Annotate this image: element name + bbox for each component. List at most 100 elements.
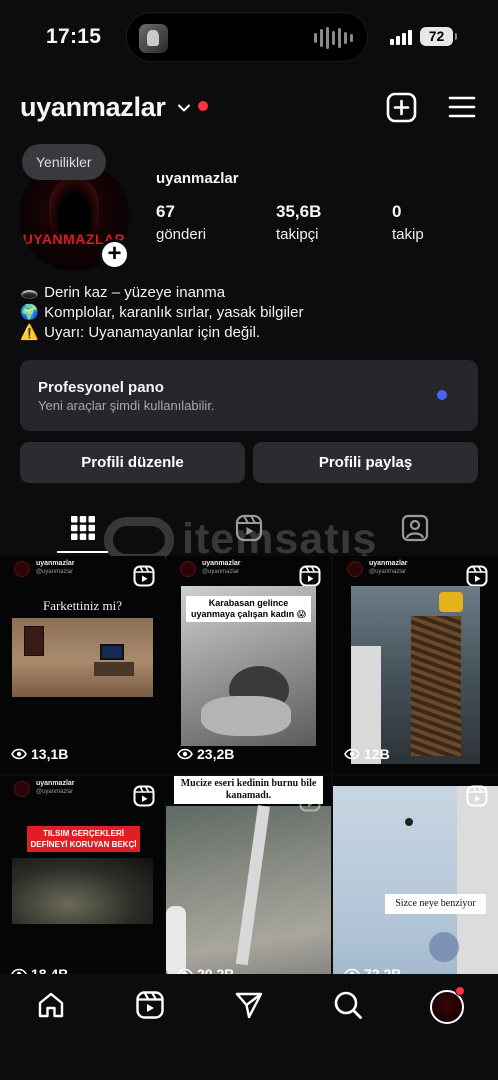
post-view-count: 23,2B <box>197 746 235 762</box>
share-profile-button[interactable]: Profili paylaş <box>253 442 478 483</box>
eye-icon <box>177 748 193 760</box>
post-account-name: uyanmazlar <box>202 560 241 567</box>
active-tab-indicator <box>57 551 108 553</box>
post-view-count: 12B <box>364 746 390 762</box>
bio-line: 🕳️ Derin kaz – yüzeye inanma <box>20 283 303 303</box>
post-views: 23,2B <box>177 746 234 762</box>
reel-badge-icon <box>299 790 321 812</box>
stat-following[interactable]: 0 takip <box>392 202 424 243</box>
bio-line: ⚠️ Uyarı: Uyanamayanlar için değil. <box>20 323 303 343</box>
add-story-plus-icon[interactable]: + <box>99 239 130 270</box>
battery-icon: 72 <box>420 27 457 46</box>
nav-direct[interactable] <box>232 988 266 1022</box>
post-thumbnail[interactable]: uyanmazlar @uyanmazlar Karabasan gelince… <box>166 556 331 774</box>
note-bubble[interactable]: Yenilikler <box>22 144 106 180</box>
post-view-count: 18,4B <box>31 966 69 974</box>
nav-reels[interactable] <box>133 988 167 1022</box>
bottom-navigation <box>0 974 498 1080</box>
reel-badge-icon <box>466 565 488 587</box>
post-account-handle: @uyanmazlar <box>202 569 240 575</box>
nav-search[interactable] <box>331 988 365 1022</box>
post-view-count: 13,1B <box>31 746 69 762</box>
chevron-down-icon[interactable] <box>178 102 190 114</box>
post-views: 12B <box>344 746 390 762</box>
stat-label: takipçi <box>276 226 319 243</box>
search-icon <box>334 991 362 1019</box>
tab-tagged[interactable] <box>332 502 498 554</box>
post-account-header: uyanmazlar @uyanmazlar <box>347 560 467 582</box>
bio-text: Uyarı: Uyanamayanlar için değil. <box>44 324 261 341</box>
post-account-avatar <box>14 781 30 797</box>
dashboard-title: Profesyonel pano <box>38 379 164 396</box>
post-account-avatar <box>14 561 30 577</box>
night-field-photo <box>12 858 153 924</box>
stat-posts[interactable]: 67 gönderi <box>156 202 206 243</box>
sky-photo <box>333 786 498 974</box>
globe-emoji: 🌍 <box>20 304 39 321</box>
notification-dot <box>455 986 465 996</box>
hole-emoji: 🕳️ <box>20 284 39 301</box>
dynamic-island[interactable] <box>126 12 368 62</box>
post-views: 20,2B <box>177 966 234 974</box>
profile-header: uyanmazlar <box>0 84 498 130</box>
post-account-handle: @uyanmazlar <box>369 569 407 575</box>
post-views: 13,1B <box>11 746 68 762</box>
post-thumbnail[interactable]: Sizce neye benziyor 72,2B <box>333 776 498 974</box>
warning-emoji: ⚠️ <box>20 324 39 341</box>
post-thumbnail[interactable]: uyanmazlar @uyanmazlar Farkettiniz mi? 1… <box>0 556 165 774</box>
tab-reels[interactable] <box>166 502 332 554</box>
post-thumbnail[interactable]: uyanmazlar @uyanmazlar 12B <box>333 556 498 774</box>
post-thumbnail[interactable]: Mucize eseri kedinin burnu bile kanamadı… <box>166 776 331 974</box>
post-caption: TILSIM GERÇEKLERİ DEFİNEYİ KORUYAN BEKÇİ <box>27 826 140 852</box>
post-account-header: uyanmazlar @uyanmazlar <box>14 560 134 582</box>
reel-badge-icon <box>133 565 155 587</box>
reel-badge-icon <box>299 565 321 587</box>
professional-dashboard-card[interactable]: Profesyonel pano Yeni araçlar şimdi kull… <box>20 360 478 431</box>
room-photo <box>12 618 153 697</box>
hamburger-menu-icon[interactable] <box>448 95 476 119</box>
post-account-name: uyanmazlar <box>369 560 408 567</box>
posts-grid: uyanmazlar @uyanmazlar Farkettiniz mi? 1… <box>0 556 498 974</box>
post-view-count: 72,2B <box>364 966 402 974</box>
hooded-figure-image <box>49 177 99 235</box>
stat-followers[interactable]: 35,6B takipçi <box>276 202 321 243</box>
stat-value: 67 <box>156 202 175 221</box>
post-thumbnail[interactable]: uyanmazlar @uyanmazlar TILSIM GERÇEKLERİ… <box>0 776 165 974</box>
post-account-header: uyanmazlar @uyanmazlar <box>14 780 134 802</box>
nav-home[interactable] <box>34 988 68 1022</box>
send-icon <box>235 992 263 1019</box>
status-bar: 17:15 72 <box>0 0 498 74</box>
notification-dot <box>198 101 208 111</box>
post-caption: Karabasan gelince uyanmaya çalışan kadın… <box>186 596 311 622</box>
new-indicator-dot <box>437 390 447 400</box>
post-account-name: uyanmazlar <box>36 560 75 567</box>
tab-grid[interactable] <box>0 502 166 554</box>
signal-icon <box>390 29 412 45</box>
profile-display-name: uyanmazlar <box>156 170 239 187</box>
stat-label: takip <box>392 226 424 243</box>
post-views: 72,2B <box>344 966 401 974</box>
post-caption: Sizce neye benziyor <box>385 894 486 914</box>
grid-icon <box>71 516 95 540</box>
account-switcher-username[interactable]: uyanmazlar <box>20 92 166 123</box>
street-cctv-photo <box>166 805 331 974</box>
dashboard-subtitle: Yeni araçlar şimdi kullanılabilir. <box>38 398 215 413</box>
eye-icon <box>344 748 360 760</box>
post-caption: Farkettiniz mi? <box>42 598 123 613</box>
bio-text: Komplolar, karanlık sırlar, yasak bilgil… <box>44 304 304 321</box>
reel-badge-icon <box>466 785 488 807</box>
post-account-handle: @uyanmazlar <box>36 789 74 795</box>
reel-badge-icon <box>133 785 155 807</box>
create-plus-icon[interactable] <box>386 92 417 123</box>
tagged-icon <box>401 514 429 542</box>
bio-text: Derin kaz – yüzeye inanma <box>44 284 226 301</box>
audio-waveform-icon <box>314 26 353 50</box>
post-account-avatar <box>347 561 363 577</box>
post-views: 18,4B <box>11 966 68 974</box>
home-icon <box>38 992 64 1018</box>
profile-bio: 🕳️ Derin kaz – yüzeye inanma 🌍 Komplolar… <box>20 283 303 343</box>
stat-value: 0 <box>392 202 402 221</box>
edit-profile-button[interactable]: Profili düzenle <box>20 442 245 483</box>
post-account-name: uyanmazlar <box>36 780 75 787</box>
ship-deck-photo <box>351 586 480 764</box>
